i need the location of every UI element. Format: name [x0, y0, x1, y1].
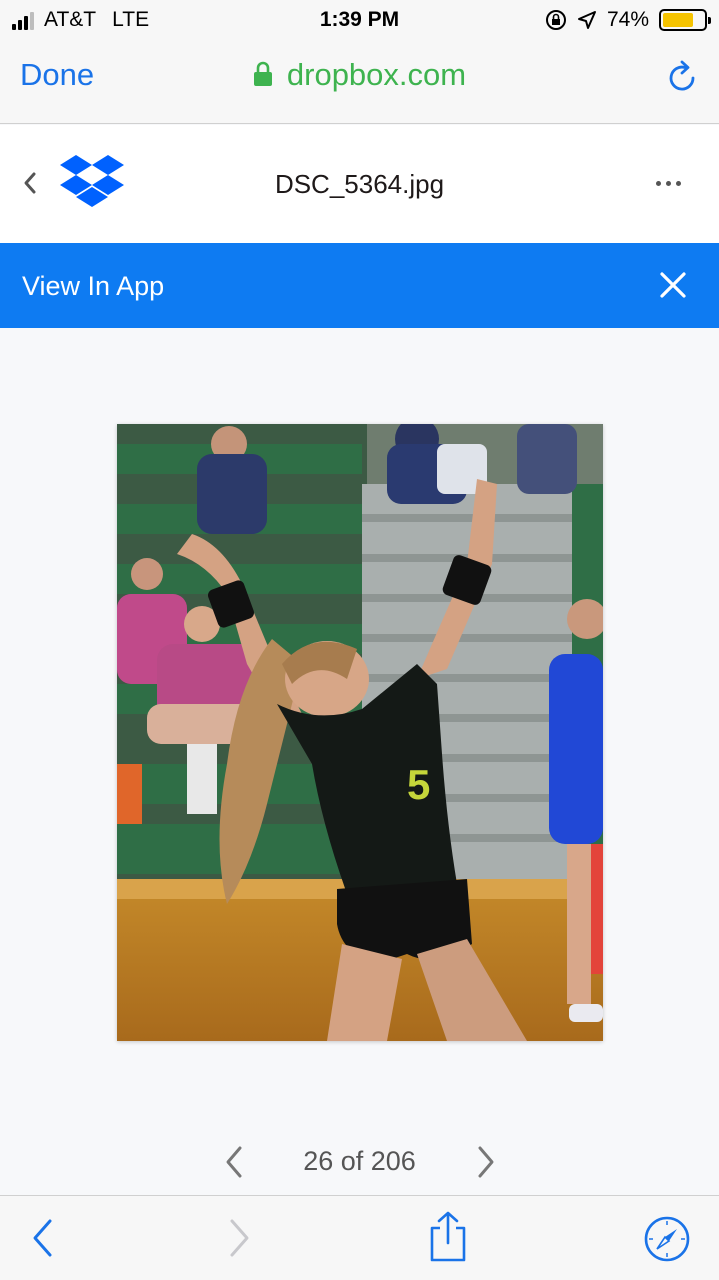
page-count: 26 of 206	[303, 1146, 416, 1176]
browser-toolbar	[0, 1195, 719, 1280]
photo-pager: 26 of 206	[0, 1140, 719, 1184]
compass-icon[interactable]	[644, 1216, 690, 1262]
view-in-app-banner[interactable]: View In App	[0, 243, 719, 328]
domain-text: dropbox.com	[286, 57, 467, 92]
address-field[interactable]: dropbox.com	[0, 57, 719, 93]
file-header: DSC_5364.jpg	[0, 125, 719, 243]
lock-icon	[253, 61, 272, 86]
location-icon	[577, 11, 596, 29]
forward-arrow-icon[interactable]	[228, 1218, 252, 1258]
share-icon[interactable]	[428, 1210, 468, 1262]
status-right: 74%	[535, 8, 711, 32]
photo-preview[interactable]: 5	[117, 424, 603, 1041]
battery-icon	[659, 9, 711, 31]
file-name: DSC_5364.jpg	[274, 169, 445, 199]
next-chevron-icon[interactable]	[474, 1144, 498, 1180]
back-arrow-icon[interactable]	[30, 1218, 54, 1258]
view-in-app-label[interactable]: View In App	[22, 271, 164, 302]
more-options-icon[interactable]	[651, 181, 681, 186]
battery-percent: 74%	[606, 8, 649, 31]
close-icon[interactable]	[659, 271, 687, 299]
battery-fill	[663, 13, 693, 27]
browser-url-bar: Done dropbox.com	[0, 40, 719, 124]
jersey-number: 5	[407, 761, 430, 808]
reload-icon[interactable]	[667, 58, 699, 94]
status-bar: AT&T LTE 1:39 PM 74%	[0, 0, 719, 40]
volleyball-photo: 5	[117, 424, 603, 1041]
orientation-lock-icon	[545, 10, 566, 30]
